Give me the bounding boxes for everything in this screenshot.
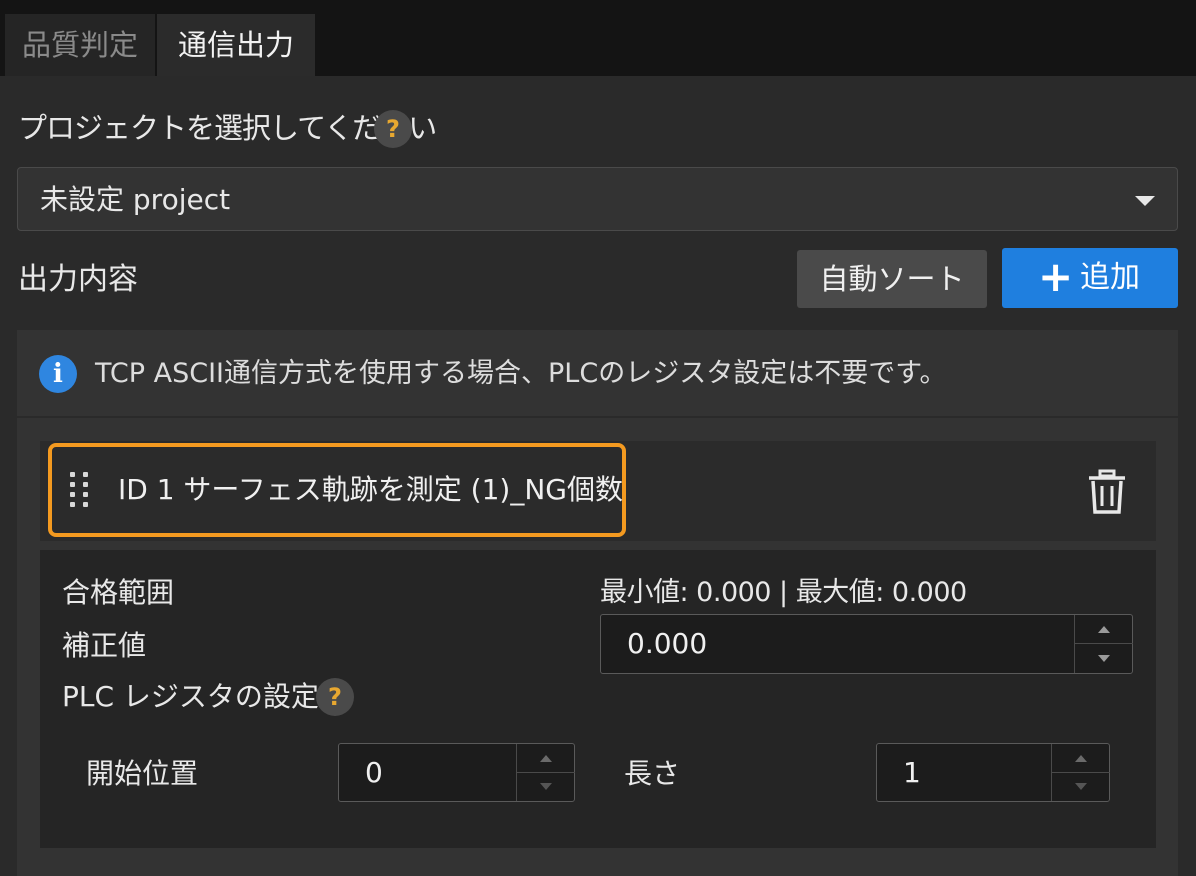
tab-communication-output[interactable]: 通信出力 [157, 14, 315, 76]
start-position-label: 開始位置 [86, 757, 199, 790]
project-dropdown-value: 未設定 project [40, 183, 231, 216]
plc-help-icon[interactable]: ? [316, 678, 354, 716]
length-stepper[interactable]: 1 [876, 743, 1110, 802]
info-banner: i TCP ASCII通信方式を使用する場合、PLCのレジスタ設定は不要です。 [17, 330, 1178, 416]
decrement-icon[interactable] [1075, 644, 1133, 673]
length-value: 1 [903, 756, 921, 789]
start-position-value: 0 [365, 756, 383, 789]
plc-register-label: PLC レジスタの設定 [62, 680, 319, 713]
pass-range-value: 最小値: 0.000 | 最大値: 0.000 [600, 577, 967, 608]
chevron-down-icon [1135, 196, 1155, 206]
output-content-label: 出力内容 [18, 262, 138, 297]
start-position-stepper[interactable]: 0 [338, 743, 575, 802]
project-help-icon[interactable]: ? [374, 110, 412, 148]
trash-icon[interactable] [1086, 469, 1128, 515]
project-dropdown[interactable]: 未設定 project [17, 167, 1178, 231]
increment-icon[interactable] [1075, 615, 1133, 644]
add-button[interactable]: + 追加 [1002, 248, 1178, 308]
add-button-label: 追加 [1080, 260, 1140, 295]
length-stepper-buttons [1051, 744, 1110, 802]
info-text: TCP ASCII通信方式を使用する場合、PLCのレジスタ設定は不要です。 [95, 358, 947, 389]
offset-value: 0.000 [627, 627, 708, 660]
increment-icon[interactable] [1052, 744, 1110, 773]
decrement-icon[interactable] [1052, 773, 1110, 802]
tab-quality-judgment[interactable]: 品質判定 [5, 14, 155, 76]
output-item-title: ID 1 サーフェス軌跡を測定 (1)_NG個数 [118, 473, 623, 506]
offset-label: 補正値 [62, 629, 147, 662]
decrement-icon[interactable] [517, 773, 575, 802]
offset-stepper-buttons [1074, 615, 1133, 673]
tab-bar: 品質判定 通信出力 [0, 0, 1196, 76]
drag-handle-icon[interactable] [70, 472, 96, 508]
auto-sort-button[interactable]: 自動ソート [797, 250, 987, 308]
info-icon: i [39, 355, 77, 393]
plus-icon: + [1038, 252, 1074, 301]
offset-stepper[interactable]: 0.000 [600, 614, 1133, 674]
increment-icon[interactable] [517, 744, 575, 773]
pass-range-label: 合格範囲 [62, 576, 175, 609]
start-stepper-buttons [516, 744, 575, 802]
length-label: 長さ [624, 757, 681, 790]
